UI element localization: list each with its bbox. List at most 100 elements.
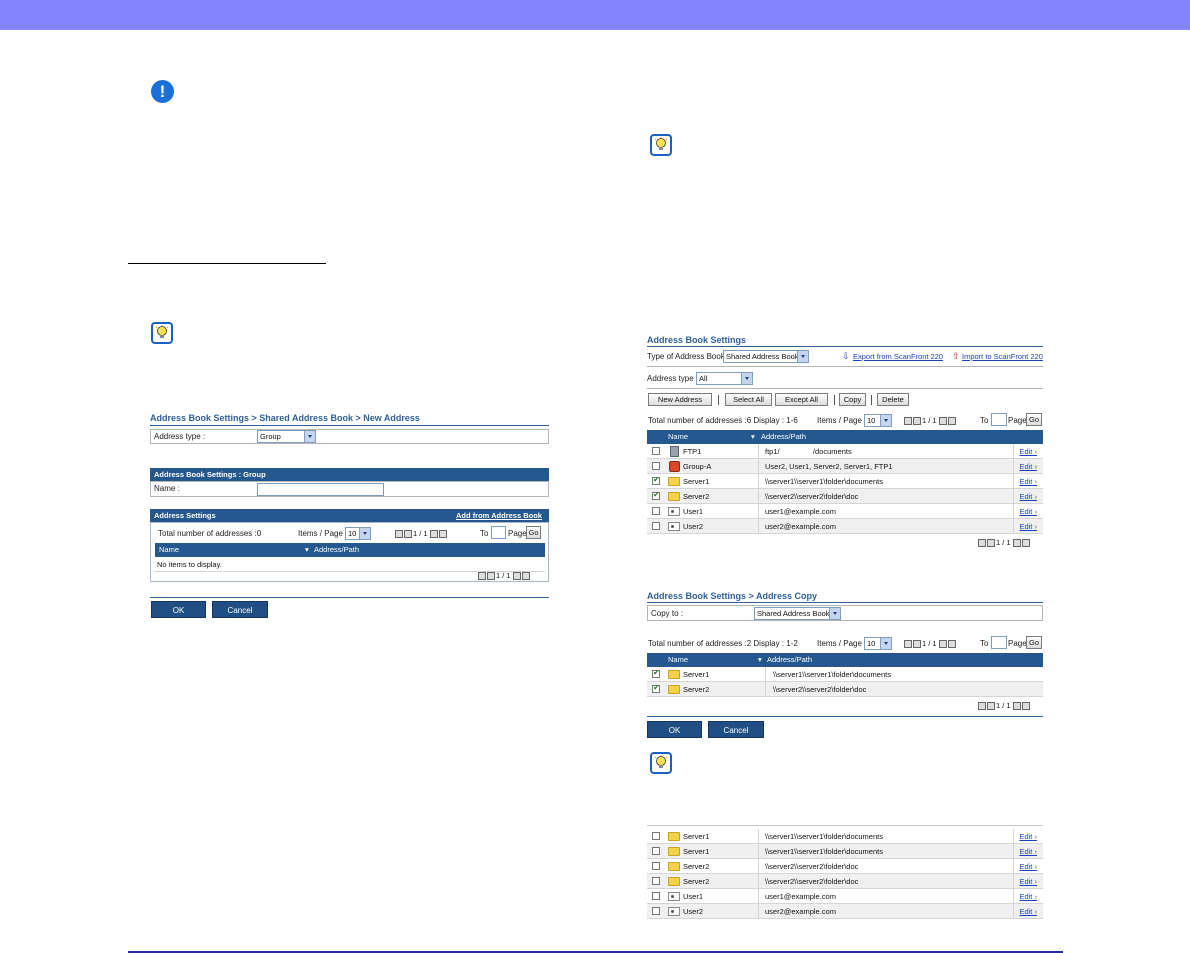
- first-page-icon[interactable]: [978, 702, 986, 711]
- next-page-icon[interactable]: [1012, 539, 1021, 548]
- row-checkbox-checked[interactable]: [652, 475, 660, 485]
- edit-link[interactable]: Edit: [1019, 877, 1037, 886]
- add-from-address-book-link[interactable]: Add from Address Book: [456, 511, 542, 520]
- prev-page-icon[interactable]: [987, 539, 995, 548]
- edit-link[interactable]: Edit: [1019, 847, 1037, 856]
- first-page-icon[interactable]: [904, 640, 912, 649]
- table-row[interactable]: Server2 \\server2\\server2\folder\doc Ed…: [647, 489, 1043, 504]
- table-row[interactable]: Server1 \\server1\\server1\folder\docume…: [647, 474, 1043, 489]
- table-row[interactable]: Server1 \\server1\\server1\folder\docume…: [647, 829, 1043, 844]
- row-checkbox-checked[interactable]: [652, 683, 660, 693]
- prev-page-icon[interactable]: [913, 640, 921, 649]
- last-page-icon[interactable]: [947, 417, 956, 426]
- next-page-icon[interactable]: [429, 530, 438, 539]
- row-path: ftp1/ /documents: [765, 447, 852, 456]
- table-row[interactable]: Server2 \\server2\\server2\folder\doc Ed…: [647, 859, 1043, 874]
- last-page-icon[interactable]: [1021, 539, 1030, 548]
- edit-link[interactable]: Edit: [1019, 832, 1037, 841]
- table-row[interactable]: Server2 \\server2\\server2\folder\doc Ed…: [647, 874, 1043, 889]
- table-row[interactable]: FTP1 ftp1/ /documents Edit: [647, 444, 1043, 459]
- col-address-path[interactable]: Address/Path: [761, 432, 806, 441]
- first-page-icon[interactable]: [395, 530, 403, 539]
- name-input[interactable]: [257, 483, 384, 496]
- new-address-button[interactable]: New Address: [648, 393, 712, 406]
- name-row: Name :: [150, 481, 549, 497]
- col-name[interactable]: Name: [668, 655, 688, 664]
- row-checkbox[interactable]: [652, 522, 660, 530]
- row-checkbox[interactable]: [652, 907, 660, 915]
- items-per-page-select[interactable]: 10: [345, 527, 371, 540]
- table-row[interactable]: User2 user2@example.com Edit: [647, 519, 1043, 534]
- row-checkbox[interactable]: [652, 862, 660, 870]
- ok-button[interactable]: OK: [647, 721, 702, 738]
- address-type-select[interactable]: Group: [257, 430, 316, 443]
- col-name[interactable]: Name: [159, 545, 179, 554]
- last-page-icon[interactable]: [947, 640, 956, 649]
- next-page-icon[interactable]: [938, 417, 947, 426]
- edit-link[interactable]: Edit: [1019, 462, 1037, 471]
- row-name: Server2: [683, 877, 710, 886]
- next-page-icon[interactable]: [1012, 702, 1021, 711]
- last-page-icon[interactable]: [1021, 702, 1030, 711]
- items-per-page-select[interactable]: 10: [864, 414, 892, 427]
- prev-page-icon[interactable]: [913, 417, 921, 426]
- edit-link[interactable]: Edit: [1019, 492, 1037, 501]
- address-type-select[interactable]: All: [696, 372, 753, 385]
- table-row[interactable]: Group-A User2, User1, Server2, Server1, …: [647, 459, 1043, 474]
- go-button[interactable]: Go: [1026, 636, 1042, 649]
- cancel-button[interactable]: Cancel: [708, 721, 764, 738]
- row-checkbox[interactable]: [652, 447, 660, 455]
- first-page-icon[interactable]: [904, 417, 912, 426]
- col-address-path[interactable]: Address/Path: [314, 545, 359, 554]
- except-all-button[interactable]: Except All: [775, 393, 828, 406]
- row-checkbox[interactable]: [652, 507, 660, 515]
- edit-link[interactable]: Edit: [1019, 477, 1037, 486]
- select-all-button[interactable]: Select All: [725, 393, 772, 406]
- page-number-input[interactable]: [991, 413, 1007, 426]
- edit-link[interactable]: Edit: [1019, 447, 1037, 456]
- first-page-icon[interactable]: [478, 572, 486, 581]
- row-checkbox[interactable]: [652, 832, 660, 840]
- ok-button[interactable]: OK: [151, 601, 206, 618]
- row-checkbox[interactable]: [652, 462, 660, 470]
- go-button[interactable]: Go: [526, 526, 541, 539]
- table-row[interactable]: Server1 \\server1\\server1\folder\docume…: [647, 667, 1043, 682]
- address-book-type-select[interactable]: Shared Address Book: [723, 350, 809, 363]
- last-page-icon[interactable]: [438, 530, 447, 539]
- edit-link[interactable]: Edit: [1019, 522, 1037, 531]
- import-link[interactable]: Import to ScanFront 220: [962, 352, 1043, 361]
- edit-link[interactable]: Edit: [1019, 892, 1037, 901]
- prev-page-icon[interactable]: [487, 572, 495, 581]
- page-number-input[interactable]: [491, 526, 506, 539]
- delete-button[interactable]: Delete: [877, 393, 909, 406]
- prev-page-icon[interactable]: [404, 530, 412, 539]
- table-row[interactable]: Server1 \\server1\\server1\folder\docume…: [647, 844, 1043, 859]
- export-link[interactable]: Export from ScanFront 220: [853, 352, 943, 361]
- col-address-path[interactable]: Address/Path: [767, 655, 812, 664]
- page-number-input[interactable]: [991, 636, 1007, 649]
- next-page-icon[interactable]: [938, 640, 947, 649]
- edit-link[interactable]: Edit: [1019, 862, 1037, 871]
- row-checkbox-checked[interactable]: [652, 490, 660, 500]
- go-button[interactable]: Go: [1026, 413, 1042, 426]
- table-row[interactable]: User1 user1@example.com Edit: [647, 889, 1043, 904]
- edit-link[interactable]: Edit: [1019, 507, 1037, 516]
- copy-to-select[interactable]: Shared Address Book: [754, 607, 841, 620]
- row-checkbox-checked[interactable]: [652, 668, 660, 678]
- row-checkbox[interactable]: [652, 847, 660, 855]
- col-name[interactable]: Name: [668, 432, 688, 441]
- cancel-button[interactable]: Cancel: [212, 601, 268, 618]
- next-page-icon[interactable]: [512, 572, 521, 581]
- edit-link[interactable]: Edit: [1019, 907, 1037, 916]
- items-per-page-select[interactable]: 10: [864, 637, 892, 650]
- prev-page-icon[interactable]: [987, 702, 995, 711]
- row-checkbox[interactable]: [652, 877, 660, 885]
- row-checkbox[interactable]: [652, 892, 660, 900]
- copy-button[interactable]: Copy: [839, 393, 866, 406]
- table-row[interactable]: User1 user1@example.com Edit: [647, 504, 1043, 519]
- table-row[interactable]: User2 user2@example.com Edit: [647, 904, 1043, 919]
- last-page-icon[interactable]: [521, 572, 530, 581]
- first-page-icon[interactable]: [978, 539, 986, 548]
- column-divider: [758, 859, 759, 874]
- table-row[interactable]: Server2 \\server2\\server2\folder\doc: [647, 682, 1043, 697]
